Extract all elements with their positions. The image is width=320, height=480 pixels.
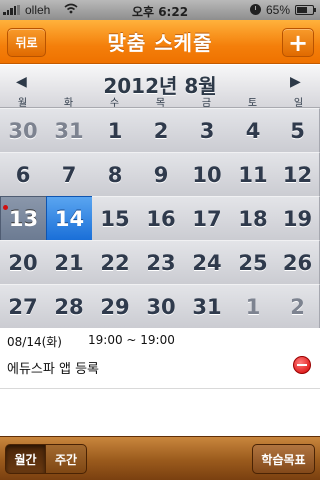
weekday-label: 일: [293, 98, 304, 109]
event-list: 08/14(화) 19:00 ~ 19:00 에듀스파 앱 등록: [0, 328, 320, 436]
calendar-day-cell[interactable]: 18: [230, 196, 277, 241]
calendar-day-cell[interactable]: 26: [276, 240, 320, 285]
calendar-day-cell[interactable]: 28: [46, 284, 93, 329]
day-number: 31: [54, 118, 84, 143]
day-number: 14: [54, 206, 85, 231]
calendar-day-cell[interactable]: 12: [276, 152, 320, 197]
calendar-day-cell[interactable]: 20: [0, 240, 47, 285]
calendar-day-cell[interactable]: 21: [46, 240, 93, 285]
day-number: 13: [8, 206, 39, 231]
calendar-day-cell[interactable]: 2: [138, 108, 185, 153]
day-number: 18: [238, 206, 268, 231]
calendar-day-cell[interactable]: 9: [138, 152, 185, 197]
nav-bar: 뒤로 맞춤 스케줄 +: [0, 20, 320, 64]
calendar-day-cell[interactable]: 14: [46, 196, 93, 241]
day-number: 12: [282, 162, 313, 187]
calendar-day-cell[interactable]: 2: [276, 284, 320, 329]
day-number: 19: [282, 206, 313, 231]
day-number: 15: [100, 206, 130, 231]
day-number: 21: [54, 250, 84, 275]
event-time: 19:00 ~ 19:00: [88, 333, 175, 347]
event-date: 08/14(화): [7, 335, 62, 349]
day-number: 4: [245, 118, 261, 143]
day-number: 11: [238, 162, 268, 187]
calendar-day-cell[interactable]: 29: [92, 284, 139, 329]
calendar-day-cell[interactable]: 10: [184, 152, 231, 197]
calendar-day-cell[interactable]: 11: [230, 152, 277, 197]
day-number: 23: [146, 250, 176, 275]
day-number: 8: [107, 162, 123, 187]
calendar-day-cell[interactable]: 22: [92, 240, 139, 285]
weekday-label: 목: [155, 98, 166, 109]
day-number: 25: [238, 250, 268, 275]
event-dot-icon: [3, 205, 8, 210]
day-number: 24: [192, 250, 222, 275]
calendar-grid: 30 31 1 2 3 4 5 6 7 8 9 10 11 12 13 14 15 16 17 18 19 20 21 22 2…: [0, 108, 320, 329]
weekday-label: 토: [247, 98, 258, 109]
day-number: 6: [15, 162, 31, 187]
calendar-day-cell[interactable]: 13: [0, 196, 47, 241]
day-number: 30: [8, 118, 38, 143]
day-number: 16: [146, 206, 176, 231]
alarm-clock-icon: [250, 4, 261, 15]
weekday-label: 수: [109, 98, 120, 109]
calendar-day-cell[interactable]: 4: [230, 108, 277, 153]
day-number: 20: [8, 250, 38, 275]
day-number: 28: [54, 294, 84, 319]
calendar-day-cell[interactable]: 5: [276, 108, 320, 153]
calendar-day-cell[interactable]: 7: [46, 152, 93, 197]
day-number: 2: [153, 118, 169, 143]
calendar-day-cell[interactable]: 8: [92, 152, 139, 197]
calendar-day-cell[interactable]: 3: [184, 108, 231, 153]
day-number: 9: [153, 162, 169, 187]
day-number: 29: [100, 294, 130, 319]
calendar-day-cell[interactable]: 17: [184, 196, 231, 241]
calendar-day-cell[interactable]: 23: [138, 240, 185, 285]
calendar-day-cell[interactable]: 1: [92, 108, 139, 153]
delete-icon[interactable]: [293, 356, 311, 374]
day-number: 26: [282, 250, 313, 275]
calendar-day-cell[interactable]: 31: [46, 108, 93, 153]
bottom-toolbar: 월간 주간 학습목표: [0, 436, 320, 480]
view-segmented-control: 월간 주간: [5, 444, 87, 474]
calendar-day-cell[interactable]: 30: [0, 108, 47, 153]
page-title: 맞춤 스케줄: [107, 31, 213, 55]
battery-percent: 65%: [266, 3, 291, 17]
day-number: 7: [61, 162, 77, 187]
calendar-day-cell[interactable]: 19: [276, 196, 320, 241]
weekly-view-button[interactable]: 주간: [46, 444, 87, 474]
day-number: 1: [245, 294, 261, 319]
add-schedule-button[interactable]: +: [282, 28, 314, 57]
day-number: 5: [290, 118, 305, 143]
calendar-day-cell[interactable]: 30: [138, 284, 185, 329]
calendar-day-cell[interactable]: 1: [230, 284, 277, 329]
status-bar: olleh 오후 6:22 65%: [0, 0, 320, 20]
calendar-header: ◀ 2012년 8월 ▶ 월 화 수 목 금 토 일: [0, 65, 320, 109]
weekday-label: 화: [63, 98, 74, 109]
calendar-day-cell[interactable]: 24: [184, 240, 231, 285]
calendar-day-cell[interactable]: 15: [92, 196, 139, 241]
calendar-day-cell[interactable]: 31: [184, 284, 231, 329]
divider: [0, 388, 320, 389]
day-number: 10: [192, 162, 222, 187]
day-number: 17: [192, 206, 222, 231]
calendar-day-cell[interactable]: 16: [138, 196, 185, 241]
day-number: 31: [192, 294, 222, 319]
day-number: 27: [8, 294, 38, 319]
calendar-day-cell[interactable]: 25: [230, 240, 277, 285]
calendar-day-cell[interactable]: 6: [0, 152, 47, 197]
weekday-label: 월: [17, 98, 28, 109]
calendar-day-cell[interactable]: 27: [0, 284, 47, 329]
weekday-label: 금: [201, 98, 212, 109]
battery-icon: [295, 5, 316, 15]
day-number: 22: [100, 250, 130, 275]
day-number: 2: [290, 294, 305, 319]
study-goal-button[interactable]: 학습목표: [252, 444, 315, 474]
day-number: 3: [199, 118, 215, 143]
day-number: 30: [146, 294, 176, 319]
monthly-view-button[interactable]: 월간: [5, 444, 46, 474]
event-title: 에듀스파 앱 등록: [7, 362, 99, 377]
day-number: 1: [107, 118, 123, 143]
next-month-icon[interactable]: ▶: [290, 74, 301, 90]
